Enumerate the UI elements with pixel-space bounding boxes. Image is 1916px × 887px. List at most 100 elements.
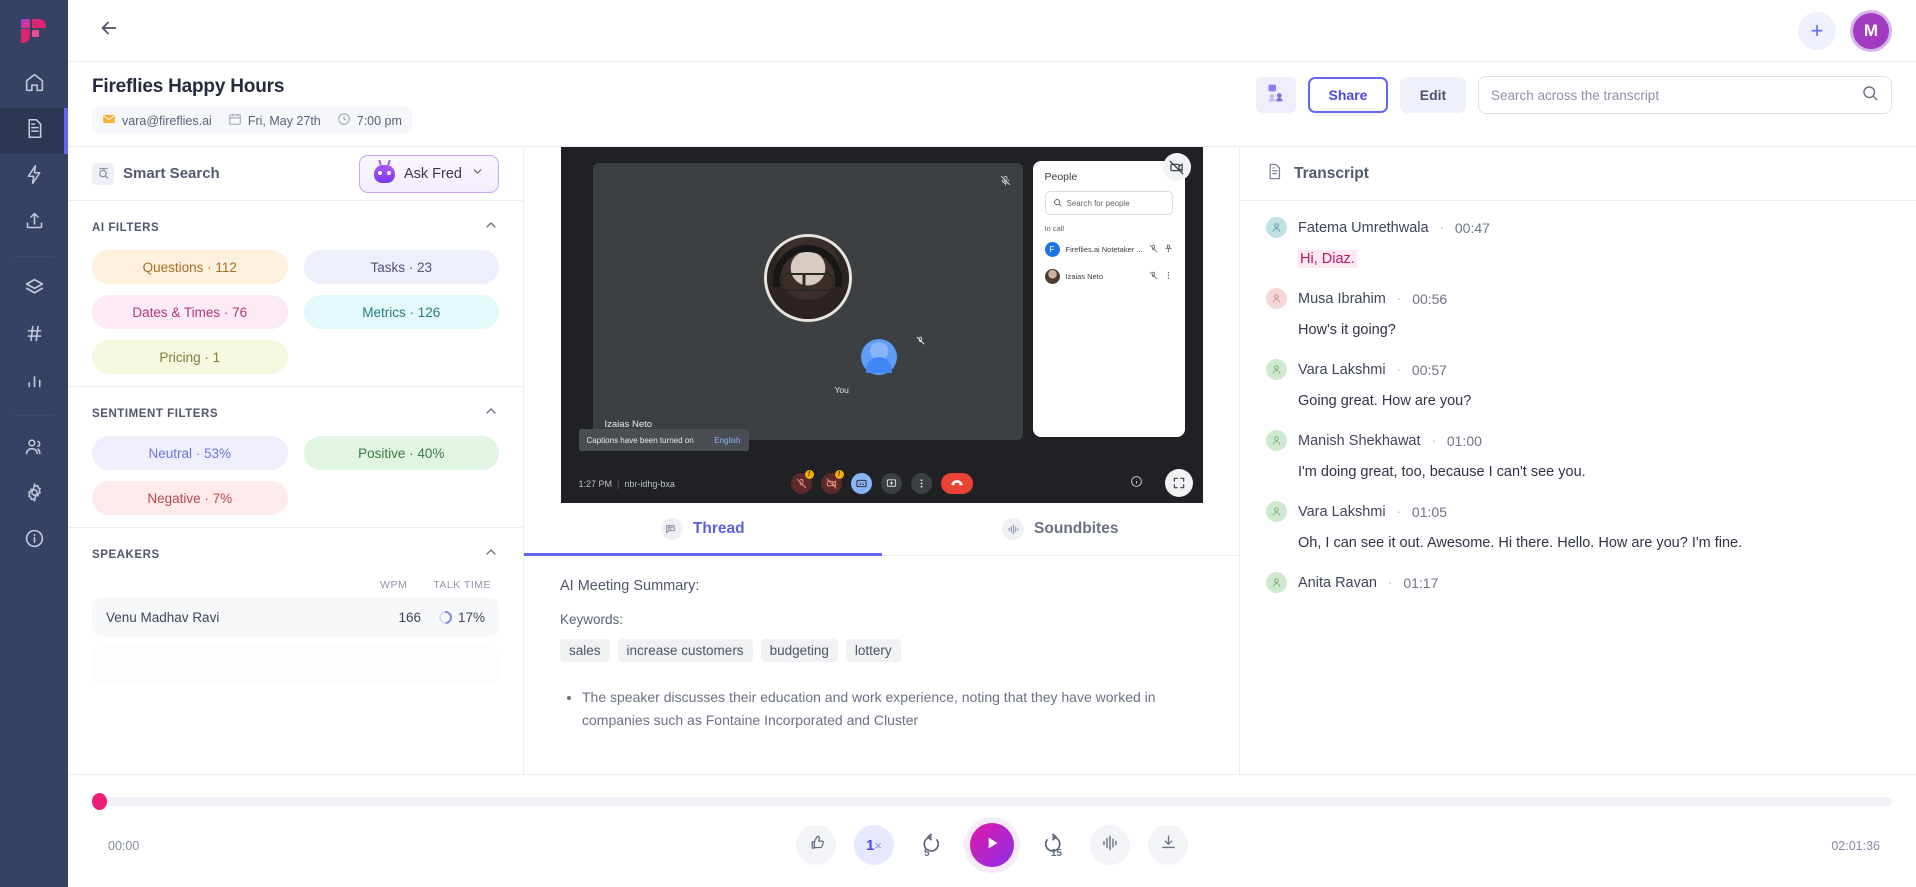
document-icon [24, 118, 45, 144]
speaker-row[interactable] [92, 645, 499, 685]
add-button[interactable]: + [1798, 11, 1836, 50]
more-options-button[interactable] [910, 472, 932, 494]
captions-toggle-button[interactable] [850, 472, 872, 494]
sidebar-item-home[interactable] [0, 62, 68, 108]
people-name: Fireflies.ai Notetaker ... (You) [1065, 244, 1143, 254]
captions-language[interactable]: English [714, 436, 740, 445]
sidebar-item-upload[interactable] [0, 200, 68, 246]
tab-thread[interactable]: Thread [524, 503, 882, 556]
filter-chip-metrics[interactable]: Metrics · 126 [303, 295, 499, 329]
people-row[interactable]: F Fireflies.ai Notetaker ... (You) [1044, 240, 1173, 258]
transcript-item[interactable]: Fatema Umrethwala · 00:47 Hi, Diaz. [1266, 217, 1890, 270]
filter-chip-tasks[interactable]: Tasks · 23 [303, 250, 499, 284]
filter-chip-questions[interactable]: Questions · 112 [92, 250, 288, 284]
donut-icon [436, 607, 455, 627]
search-input[interactable] [1491, 87, 1861, 103]
waveform-button[interactable] [1090, 825, 1130, 865]
transcript-timestamp[interactable]: 01:00 [1447, 433, 1482, 449]
reaction-button[interactable] [796, 825, 836, 865]
filter-chip-positive[interactable]: Positive · 40% [303, 436, 499, 470]
transcript-timestamp[interactable]: 01:05 [1412, 504, 1447, 520]
speaker-avatar-icon [1266, 430, 1287, 452]
chevron-up-icon[interactable] [483, 217, 499, 238]
speaker-row[interactable]: Venu Madhav Ravi 166 17% [92, 597, 499, 637]
video-player[interactable]: Izaias Neto You Captions have been turne… [560, 147, 1203, 503]
sidebar-item-topics[interactable] [0, 313, 68, 359]
people-panel-title: People [1044, 171, 1078, 183]
forward-button[interactable]: 15 [1032, 825, 1072, 865]
tab-soundbites[interactable]: Soundbites [882, 503, 1240, 555]
add-participants-button[interactable] [1256, 77, 1296, 113]
speaker-avatar-icon [1266, 572, 1287, 594]
meeting-info-icon[interactable] [1130, 475, 1143, 493]
back-button[interactable] [92, 14, 126, 48]
soundbites-icon [1002, 518, 1025, 540]
mic-toggle-button[interactable]: ! [790, 469, 814, 494]
speaker-avatar-icon [1266, 217, 1287, 238]
transcript-item[interactable]: Musa Ibrahim · 00:56 How's it going? [1266, 288, 1890, 341]
sidebar-item-teammates[interactable] [0, 426, 68, 472]
separator-dot: · [1396, 504, 1401, 520]
filter-chip-pricing[interactable]: Pricing · 1 [92, 340, 288, 374]
sidebar-item-automation[interactable] [0, 154, 68, 200]
transcript-timestamp[interactable]: 00:56 [1412, 291, 1447, 307]
chevron-up-icon[interactable] [483, 544, 499, 565]
speaker-avatar-icon [1266, 359, 1287, 381]
more-options-icon[interactable] [1164, 267, 1173, 285]
speed-button[interactable]: 1 × [854, 825, 894, 865]
speakers-title: SPEAKERS [92, 548, 160, 561]
transcript-item[interactable]: Anita Ravan · 01:17 [1266, 572, 1890, 594]
keyword-chip[interactable]: lottery [845, 639, 901, 662]
avatar[interactable]: M [1850, 9, 1892, 52]
chevron-up-icon[interactable] [483, 403, 499, 424]
filter-chip-dates-times[interactable]: Dates & Times · 76 [92, 295, 288, 329]
sidebar-item-channels[interactable] [0, 267, 68, 313]
transcript-timestamp[interactable]: 00:57 [1412, 362, 1447, 378]
self-avatar-icon [860, 339, 897, 375]
transcript-item[interactable]: Vara Lakshmi · 01:05 Oh, I can see it ou… [1266, 501, 1890, 554]
camera-toggle-button[interactable]: ! [820, 469, 844, 494]
mic-off-icon [916, 332, 925, 350]
organizer-email: vara@fireflies.ai [122, 113, 212, 128]
forward-seconds: 15 [1050, 848, 1062, 859]
ask-fred-button[interactable]: Ask Fred [358, 154, 499, 193]
hangup-button[interactable] [940, 472, 973, 494]
transcript-timestamp[interactable]: 01:17 [1403, 575, 1438, 591]
filter-chip-negative[interactable]: Negative · 7% [92, 481, 288, 515]
download-button[interactable] [1148, 825, 1188, 865]
search-icon[interactable] [1861, 84, 1879, 107]
page-title: Fireflies Happy Hours [92, 76, 285, 97]
filter-chip-neutral[interactable]: Neutral · 53% [92, 436, 288, 470]
people-search-input[interactable]: Search for people [1044, 191, 1173, 215]
fireflies-logo[interactable] [0, 0, 68, 62]
transcript-search[interactable] [1478, 76, 1892, 114]
seek-bar[interactable] [92, 793, 1892, 810]
keyword-chip[interactable]: increase customers [617, 639, 753, 662]
date-chip: Fri, May 27th [228, 112, 321, 129]
rewind-button[interactable]: 5 [912, 825, 952, 865]
sentiment-filters-title: SENTIMENT FILTERS [92, 407, 219, 420]
meet-controls-bar: ! ! [561, 463, 1203, 503]
sidebar-item-analytics[interactable] [0, 359, 68, 405]
transcript-item[interactable]: Manish Shekhawat · 01:00 I'm doing great… [1266, 430, 1890, 483]
present-button[interactable] [880, 472, 902, 494]
share-label: Share [1328, 87, 1368, 103]
sidebar-item-help[interactable] [0, 518, 68, 564]
keyword-chip[interactable]: sales [560, 639, 610, 662]
people-row[interactable]: Izaias Neto [1044, 267, 1173, 285]
pin-icon[interactable] [1164, 240, 1173, 258]
transcript-item[interactable]: Vara Lakshmi · 00:57 Going great. How ar… [1266, 359, 1890, 412]
sidebar-item-notes[interactable] [0, 108, 68, 154]
edit-button[interactable]: Edit [1400, 77, 1466, 113]
seek-handle[interactable] [92, 793, 107, 810]
transcript-icon [1266, 163, 1283, 185]
keyword-chip[interactable]: budgeting [760, 639, 838, 662]
share-button[interactable]: Share [1308, 77, 1388, 113]
smart-search-label-group[interactable]: Smart Search [92, 162, 220, 185]
sidebar-item-settings[interactable] [0, 472, 68, 518]
play-button[interactable] [970, 823, 1014, 867]
fullscreen-button[interactable] [1164, 469, 1193, 497]
transcript-timestamp[interactable]: 00:47 [1455, 220, 1490, 236]
speaker-avatar-icon [1266, 288, 1287, 310]
camera-off-icon[interactable] [1162, 153, 1191, 181]
